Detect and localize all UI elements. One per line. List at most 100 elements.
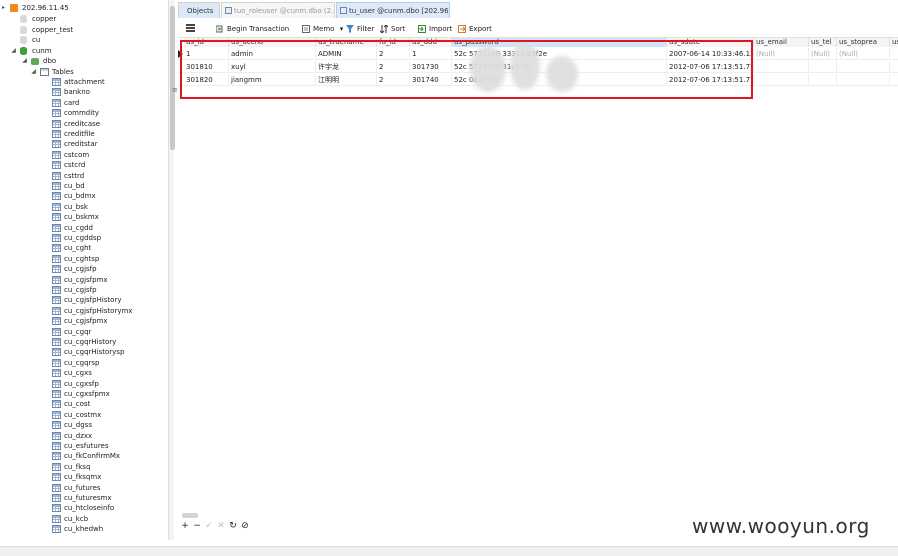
expand-toggle-icon[interactable]: ◢ bbox=[10, 46, 17, 56]
tree-tables-folder[interactable]: ◢ Tables bbox=[0, 67, 168, 77]
column-header-us-email[interactable]: us_email bbox=[754, 38, 809, 47]
tree-table-item[interactable]: creditcase bbox=[0, 119, 168, 129]
memo-button[interactable]: Memo ▾ bbox=[302, 22, 343, 36]
table-icon bbox=[52, 254, 61, 263]
tree-table-item[interactable]: cu_cgjsfpmx bbox=[0, 316, 168, 326]
tree-database[interactable]: copper_test bbox=[0, 25, 168, 35]
tree-table-item[interactable]: bankno bbox=[0, 87, 168, 97]
tab-roleuser[interactable]: tuo_roleuser @cunm.dbo (2... bbox=[221, 2, 335, 18]
refresh-icon[interactable]: ↻ bbox=[228, 520, 238, 532]
tree-table-item[interactable]: cu_bdmx bbox=[0, 191, 168, 201]
tree-table-item[interactable]: cu_bskmx bbox=[0, 212, 168, 222]
tree-table-item[interactable]: cu_esfutures bbox=[0, 441, 168, 451]
table-icon bbox=[52, 223, 61, 232]
tree-table-item[interactable]: cu_cgjsfp bbox=[0, 285, 168, 295]
tree-table-item[interactable]: cu_cgjsfpHistorymx bbox=[0, 306, 168, 316]
table-cell[interactable]: (Null) bbox=[837, 48, 890, 60]
tree-table-item[interactable]: cu_dgss bbox=[0, 420, 168, 430]
tree-table-item[interactable]: cu_fksq bbox=[0, 462, 168, 472]
tree-table-item[interactable]: cu_cgxsfp bbox=[0, 379, 168, 389]
expand-toggle-icon[interactable]: ◢ bbox=[30, 67, 37, 77]
delete-record-icon[interactable]: − bbox=[192, 520, 202, 532]
tree-table-item[interactable]: cu_costmx bbox=[0, 410, 168, 420]
table-cell[interactable] bbox=[754, 74, 809, 86]
data-grid[interactable]: us_id us_accno us_truename fu_id us_ddd us_pa… bbox=[178, 38, 898, 518]
table-cell[interactable] bbox=[809, 61, 837, 73]
tree-database-cunm[interactable]: ◢ cunm bbox=[0, 46, 168, 56]
tree-table-item-label: cu_dgss bbox=[64, 421, 92, 430]
tree-table-item-label: cu_cgjsfpHistorymx bbox=[64, 306, 133, 315]
tree-table-item[interactable]: cstcrd bbox=[0, 160, 168, 170]
object-tree[interactable]: ▸ 202.96.11.45 copper copper_test cu ◢ cunm ◢ db… bbox=[0, 0, 170, 540]
tree-table-item[interactable]: attachment bbox=[0, 77, 168, 87]
stop-icon[interactable]: ⊘ bbox=[240, 520, 250, 532]
expand-toggle-icon[interactable]: ◢ bbox=[21, 56, 28, 66]
tree-table-item-label: cu_fksq bbox=[64, 462, 91, 471]
discard-changes-icon[interactable]: ✕ bbox=[216, 520, 226, 532]
tree-table-item[interactable]: cu_fksqmx bbox=[0, 472, 168, 482]
tree-database[interactable]: copper bbox=[0, 14, 168, 24]
horizontal-scrollbar[interactable] bbox=[182, 513, 198, 518]
table-cell[interactable] bbox=[890, 61, 898, 73]
tree-server[interactable]: ▸ 202.96.11.45 bbox=[0, 3, 168, 13]
tree-table-item[interactable]: cu_bd bbox=[0, 181, 168, 191]
filter-button[interactable]: Filter bbox=[346, 22, 374, 36]
tree-table-item[interactable]: cu_cght bbox=[0, 243, 168, 253]
table-cell[interactable]: (Null) bbox=[754, 48, 809, 60]
column-header-us-stoprea[interactable]: us_stoprea bbox=[837, 38, 890, 47]
tree-table-item[interactable]: commdity bbox=[0, 108, 168, 118]
tree-database[interactable]: cu bbox=[0, 35, 168, 45]
tree-table-item[interactable]: cu_cgqr bbox=[0, 327, 168, 337]
tree-table-item[interactable]: cu_futures bbox=[0, 483, 168, 493]
export-button[interactable]: Export bbox=[458, 22, 492, 36]
tree-table-item[interactable]: cu_cghtsp bbox=[0, 254, 168, 264]
table-icon bbox=[52, 182, 61, 190]
db-icon bbox=[20, 36, 27, 44]
tree-table-item[interactable]: cu_kcb bbox=[0, 514, 168, 524]
tree-table-item[interactable]: csttrd bbox=[0, 171, 168, 181]
tree-table-item[interactable]: cu_cgxsfpmx bbox=[0, 389, 168, 399]
begin-transaction-button[interactable]: Begin Transaction bbox=[216, 22, 289, 36]
tree-table-item[interactable]: cstcom bbox=[0, 150, 168, 160]
tree-table-item[interactable]: creditfile bbox=[0, 129, 168, 139]
import-button[interactable]: Import bbox=[418, 22, 452, 36]
table-icon bbox=[52, 473, 61, 482]
tree-table-item[interactable]: cu_cgqrHistory bbox=[0, 337, 168, 347]
tab-objects[interactable]: Objects bbox=[178, 2, 220, 18]
table-cell[interactable]: (Null) bbox=[809, 48, 837, 60]
tree-schema-dbo[interactable]: ◢ dbo bbox=[0, 56, 168, 66]
apply-changes-icon[interactable]: ✓ bbox=[204, 520, 214, 532]
tree-table-item[interactable]: cu_cgxs bbox=[0, 368, 168, 378]
tree-table-item[interactable]: cu_cgqrHistorysp bbox=[0, 347, 168, 357]
add-record-icon[interactable]: + bbox=[180, 520, 190, 532]
tree-table-item[interactable]: cu_cgjsfp bbox=[0, 264, 168, 274]
table-cell[interactable] bbox=[890, 48, 898, 60]
tree-table-item[interactable]: cu_dzxx bbox=[0, 431, 168, 441]
tree-table-item[interactable]: cu_futuresmx bbox=[0, 493, 168, 503]
tree-scrollbar[interactable] bbox=[170, 6, 175, 150]
table-cell[interactable] bbox=[809, 74, 837, 86]
table-cell[interactable] bbox=[837, 61, 890, 73]
tab-tu-user[interactable]: tu_user @cunm.dbo [202.96... bbox=[336, 2, 450, 18]
tree-table-item[interactable]: card bbox=[0, 98, 168, 108]
sort-button[interactable]: Sort bbox=[380, 22, 405, 36]
table-cell[interactable] bbox=[754, 61, 809, 73]
table-cell[interactable] bbox=[890, 74, 898, 86]
column-header-us[interactable]: us bbox=[890, 38, 898, 47]
column-header-us-tel[interactable]: us_tel bbox=[809, 38, 837, 47]
table-cell[interactable] bbox=[837, 74, 890, 86]
tree-table-item[interactable]: cu_cgqrsp bbox=[0, 358, 168, 368]
table-icon bbox=[52, 400, 61, 409]
tree-table-item[interactable]: cu_cost bbox=[0, 399, 168, 409]
menu-icon[interactable] bbox=[186, 24, 195, 32]
tree-table-item[interactable]: cu_fkConfirmMx bbox=[0, 451, 168, 461]
tree-table-item[interactable]: cu_bsk bbox=[0, 202, 168, 212]
tree-table-item[interactable]: creditstar bbox=[0, 139, 168, 149]
tree-table-item[interactable]: cu_cgjsfpmx bbox=[0, 275, 168, 285]
tree-table-item[interactable]: cu_cgddsp bbox=[0, 233, 168, 243]
tree-table-item[interactable]: cu_cgjsfpHistory bbox=[0, 295, 168, 305]
tree-table-item[interactable]: cu_khedwh bbox=[0, 524, 168, 534]
expand-toggle-icon[interactable]: ▸ bbox=[0, 3, 7, 13]
tree-table-item[interactable]: cu_cgdd bbox=[0, 223, 168, 233]
tree-table-item[interactable]: cu_htcloseinfo bbox=[0, 503, 168, 513]
